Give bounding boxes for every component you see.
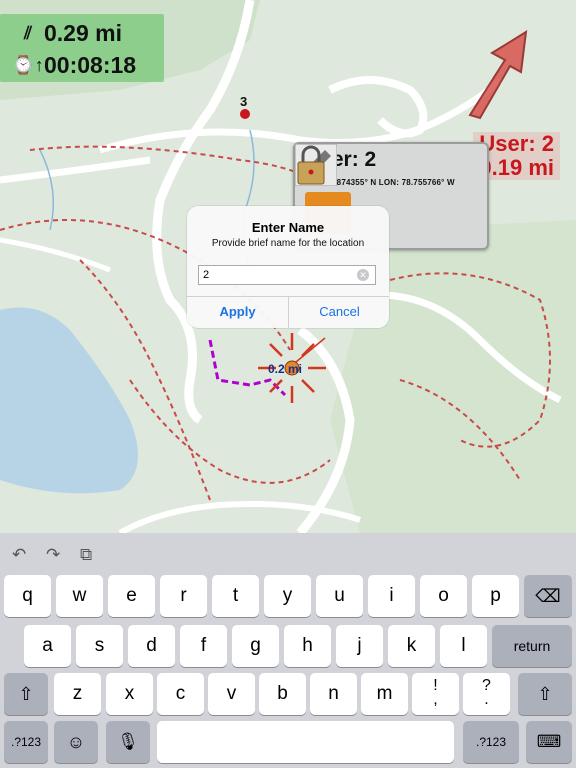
key-o[interactable]: o — [420, 575, 467, 617]
key-f[interactable]: f — [180, 625, 227, 667]
key-n[interactable]: n — [310, 673, 357, 715]
key-h[interactable]: h — [284, 625, 331, 667]
key-q[interactable]: q — [4, 575, 51, 617]
backspace-key[interactable]: ⌫ — [524, 575, 572, 617]
key-t[interactable]: t — [212, 575, 259, 617]
alert-title: Enter Name — [251, 220, 325, 235]
key-i[interactable]: i — [368, 575, 415, 617]
key-a[interactable]: a — [24, 625, 71, 667]
key-y[interactable]: y — [264, 575, 311, 617]
key-question-period[interactable]: ? . — [463, 673, 510, 715]
emoji-key[interactable]: ☺ — [54, 721, 98, 763]
key-z[interactable]: z — [54, 673, 101, 715]
key-w[interactable]: w — [56, 575, 103, 617]
shift-key-right[interactable]: ⇧ — [518, 673, 572, 715]
keyboard-dismiss-icon: ⌨ — [536, 732, 562, 751]
key-j[interactable]: j — [336, 625, 383, 667]
return-key[interactable]: return — [492, 625, 572, 667]
dictation-key[interactable]: 🎙 — [106, 721, 150, 763]
backspace-icon: ⌫ — [535, 586, 561, 606]
key-d[interactable]: d — [128, 625, 175, 667]
key-e[interactable]: e — [108, 575, 155, 617]
undo-icon[interactable]: ↶ — [12, 545, 26, 565]
shift-icon: ⇧ — [18, 684, 34, 704]
apply-button[interactable]: Apply — [187, 296, 288, 328]
key-u[interactable]: u — [316, 575, 363, 617]
alert-message: Provide brief name for the location — [211, 238, 365, 249]
key-exclaim-comma[interactable]: ! , — [412, 673, 459, 715]
emoji-icon: ☺ — [66, 732, 86, 752]
location-name-input[interactable] — [198, 265, 376, 285]
key-m[interactable]: m — [361, 673, 408, 715]
key-l[interactable]: l — [440, 625, 487, 667]
key-comma-label: , — [433, 691, 438, 708]
key-s[interactable]: s — [76, 625, 123, 667]
key-b[interactable]: b — [259, 673, 306, 715]
clear-text-icon[interactable]: ✕ — [357, 269, 369, 281]
key-x[interactable]: x — [106, 673, 153, 715]
key-c[interactable]: c — [157, 673, 204, 715]
numbers-key-left[interactable]: .?123 — [4, 721, 48, 763]
key-period-label: . — [484, 691, 489, 708]
space-bar[interactable] — [157, 721, 454, 763]
key-p[interactable]: p — [472, 575, 519, 617]
numbers-key-right[interactable]: .?123 — [463, 721, 519, 763]
shift-key-left[interactable]: ⇧ — [4, 673, 48, 715]
enter-name-alert: Enter Name Provide brief name for the lo… — [187, 206, 389, 328]
key-g[interactable]: g — [232, 625, 279, 667]
key-k[interactable]: k — [388, 625, 435, 667]
key-r[interactable]: r — [160, 575, 207, 617]
onscreen-keyboard: ↶ ↷ ⧉ q w e r t y u i o p ⌫ a s d f g h … — [0, 533, 576, 768]
key-v[interactable]: v — [208, 673, 255, 715]
shift-icon: ⇧ — [537, 684, 553, 704]
redo-icon[interactable]: ↷ — [46, 545, 60, 565]
paste-icon[interactable]: ⧉ — [80, 545, 92, 565]
microphone-icon: 🎙 — [117, 732, 139, 751]
map-view[interactable]: ⫽ 0.29 mi ⌚↑ 00:08:18 3 0.2 mi User: 2 0… — [0, 0, 576, 533]
cancel-button[interactable]: Cancel — [289, 296, 389, 328]
hide-keyboard-key[interactable]: ⌨ — [526, 721, 572, 763]
